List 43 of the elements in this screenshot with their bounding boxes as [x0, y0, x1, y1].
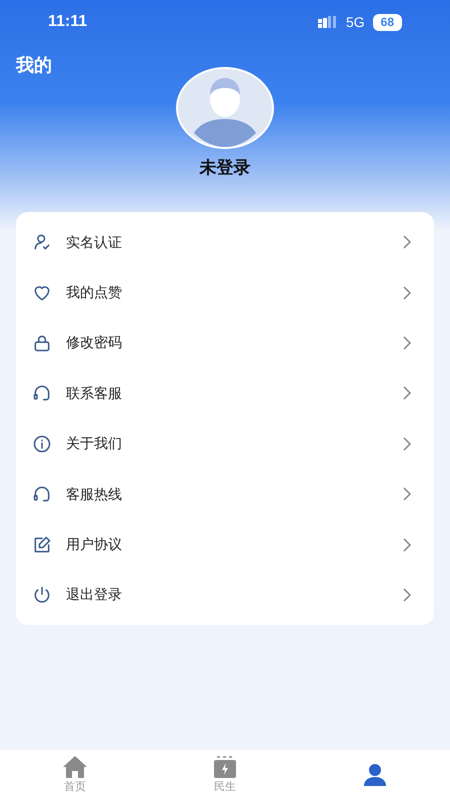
lightning-icon: [212, 754, 238, 779]
menu-label: 修改密码: [66, 333, 123, 352]
menu-item[interactable]: 客服热线: [16, 468, 434, 520]
chevron-right-icon: [402, 334, 412, 351]
battery-indicator: 68: [372, 14, 402, 30]
menu-label: 我的点赞: [66, 283, 123, 302]
edit-icon: [32, 534, 52, 555]
chevron-right-icon: [402, 436, 412, 452]
menu-label: 实名认证: [66, 232, 123, 252]
menu-label: 关于我们: [66, 434, 123, 454]
network-label: 5G: [346, 12, 365, 32]
headset-icon: [32, 383, 52, 404]
power-icon: [32, 584, 52, 605]
menu-label: 退出登录: [66, 585, 123, 604]
user-check-icon: [32, 232, 52, 252]
status-time: 11:11: [48, 12, 88, 32]
avatar-icon[interactable]: [176, 67, 274, 149]
person-icon: [362, 763, 388, 787]
chevron-right-icon: [402, 234, 412, 250]
home-icon: [62, 754, 88, 779]
headset-icon: [32, 484, 52, 504]
chevron-right-icon: [402, 486, 412, 502]
menu-item[interactable]: 联系客服: [16, 368, 434, 419]
menu-item[interactable]: 退出登录: [16, 570, 434, 620]
chevron-right-icon: [402, 284, 412, 301]
menu-label: 客服热线: [66, 484, 123, 504]
tab-label: 首页: [64, 780, 86, 795]
menu-item[interactable]: 修改密码: [16, 318, 434, 368]
menu-item[interactable]: 用户协议: [16, 519, 434, 570]
page-title: 我的: [16, 54, 53, 77]
menu-item[interactable]: 实名认证: [16, 217, 434, 268]
chevron-right-icon: [402, 536, 412, 553]
info-icon: [32, 434, 52, 454]
lock-icon: [32, 332, 52, 353]
chevron-right-icon: [402, 385, 412, 402]
menu-item[interactable]: 我的点赞: [16, 267, 434, 318]
menu-label: 用户协议: [66, 535, 123, 554]
menu-item[interactable]: 关于我们: [16, 418, 434, 469]
login-status: 未登录: [200, 157, 250, 179]
signal-icon: [318, 16, 338, 28]
chevron-right-icon: [402, 586, 412, 603]
tab-label: 民生: [214, 780, 236, 795]
menu-label: 联系客服: [66, 384, 123, 403]
